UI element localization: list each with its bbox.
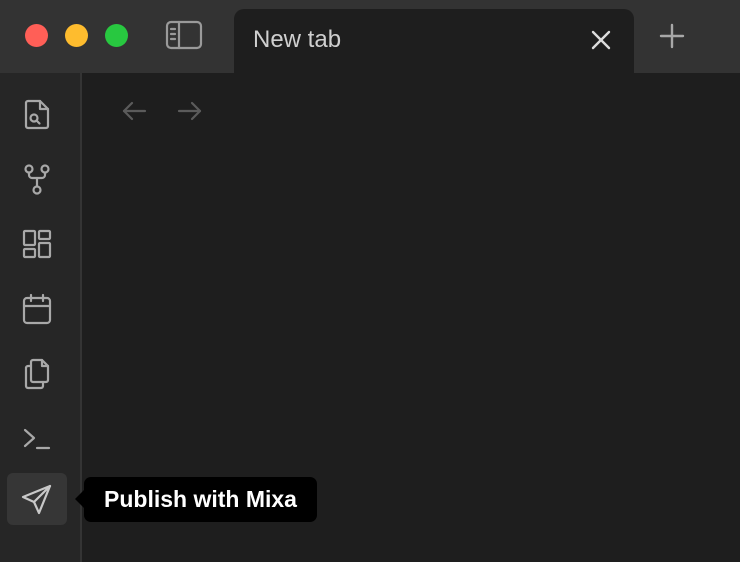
close-icon[interactable] (586, 25, 616, 55)
calendar-icon (22, 293, 52, 325)
window-minimize-button[interactable] (65, 24, 88, 47)
terminal-button[interactable] (7, 413, 67, 465)
layout-dashboard-icon (22, 229, 52, 259)
arrow-right-icon (177, 101, 202, 121)
graph-view-button[interactable] (7, 153, 67, 205)
new-tab-button[interactable] (655, 19, 689, 53)
tooltip: Publish with Mixa (75, 477, 317, 522)
tab-new-tab[interactable]: New tab (234, 9, 634, 73)
copy-files-icon (24, 358, 50, 390)
plus-icon (659, 23, 685, 49)
tooltip-text: Publish with Mixa (104, 486, 297, 512)
window-close-button[interactable] (25, 24, 48, 47)
back-button[interactable] (119, 96, 149, 126)
sidebar-toggle-icon[interactable] (164, 18, 204, 52)
calendar-button[interactable] (7, 283, 67, 335)
send-icon (21, 484, 52, 515)
dashboard-button[interactable] (7, 218, 67, 270)
window-zoom-button[interactable] (105, 24, 128, 47)
publish-button[interactable] (7, 473, 67, 525)
arrow-left-icon (122, 101, 147, 121)
title-bar: New tab (0, 0, 740, 73)
terminal-icon (23, 428, 51, 450)
forward-button[interactable] (175, 96, 205, 126)
left-ribbon (0, 73, 82, 562)
tab-label: New tab (253, 26, 342, 53)
file-search-icon (24, 99, 50, 130)
files-button[interactable] (7, 348, 67, 400)
file-search-button[interactable] (7, 88, 67, 140)
git-fork-icon (24, 164, 50, 195)
